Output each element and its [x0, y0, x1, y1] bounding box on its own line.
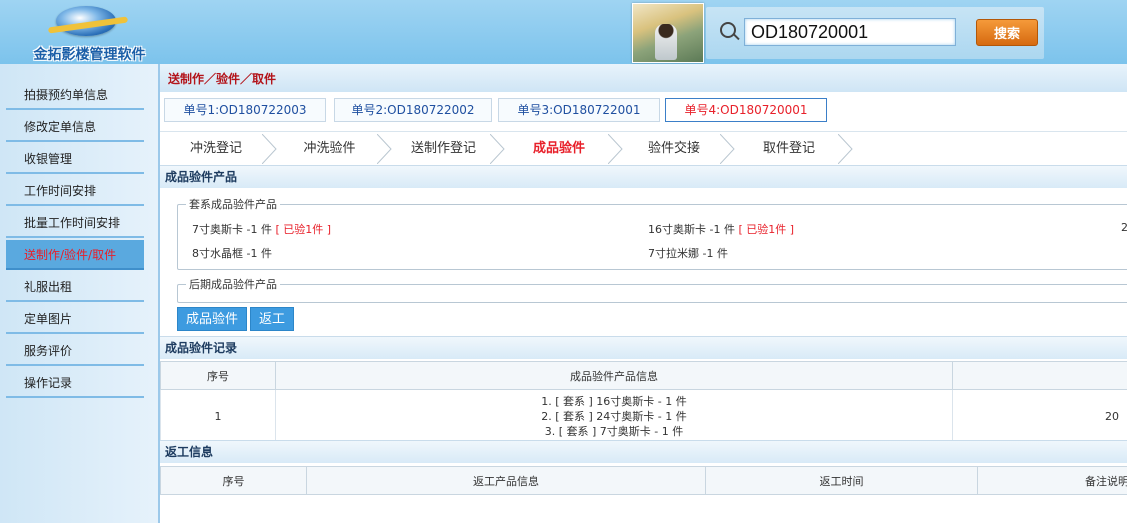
step-label: 冲洗登记	[189, 141, 242, 156]
rework-button[interactable]: 返工	[250, 307, 295, 331]
column-header	[952, 361, 1127, 390]
order-tab-3[interactable]: 单号3:OD180722001	[498, 98, 660, 122]
sidebar-item-dress-rental[interactable]: 礼服出租	[6, 272, 144, 302]
record-product-line: 1. [ 套系 ] 16寸奥斯卡 - 1 件	[541, 394, 687, 408]
record-cut: 20	[952, 389, 1127, 443]
sidebar-item-edit-order[interactable]: 修改定单信息	[6, 112, 144, 142]
order-tab-4[interactable]: 单号4:OD180720001	[665, 98, 827, 122]
page-title: 送制作／验件／取件	[160, 64, 1127, 92]
header: 金拓影楼管理软件 搜索	[0, 0, 1127, 64]
chevron-right-icon	[838, 134, 853, 164]
product-verified-status: [ 已验1件 ]	[738, 223, 795, 236]
record-products: 1. [ 套系 ] 16寸奥斯卡 - 1 件 2. [ 套系 ] 24寸奥斯卡 …	[275, 389, 953, 443]
product-item: 16寸奥斯卡 -1 件 [ 已验1件 ]	[648, 221, 794, 237]
product-verify-button[interactable]: 成品验件	[177, 307, 248, 331]
sidebar-item-production[interactable]: 送制作/验件/取件	[6, 240, 144, 270]
sidebar-item-appointment[interactable]: 拍摄预约单信息	[6, 80, 144, 110]
main-panel: 送制作／验件／取件 单号1:OD180722003 单号2:OD18072200…	[160, 64, 1127, 523]
sidebar-item-batch-schedule[interactable]: 批量工作时间安排	[6, 208, 144, 238]
logo-text: 金拓影楼管理软件	[33, 47, 146, 63]
search-button[interactable]: 搜索	[976, 19, 1038, 46]
order-tab-1[interactable]: 单号1:OD180722003	[164, 98, 326, 122]
sidebar-item-order-images[interactable]: 定单图片	[6, 304, 144, 334]
sidebar-item-operation-log[interactable]: 操作记录	[6, 368, 144, 398]
search-bar: 搜索	[706, 7, 1044, 59]
product-item: 7寸拉米娜 -1 件	[648, 245, 728, 261]
column-header: 备注说明	[977, 466, 1127, 495]
product-name: 8寸水晶框 -1 件	[192, 247, 272, 260]
search-icon	[720, 22, 736, 38]
product-item: 8寸水晶框 -1 件	[192, 245, 272, 261]
avatar	[632, 3, 704, 63]
search-input[interactable]	[744, 18, 956, 46]
product-item-cut: 2	[1121, 221, 1127, 234]
step-label: 成品验件	[532, 141, 585, 156]
sidebar-item-service-rating[interactable]: 服务评价	[6, 336, 144, 366]
table-row: 1 1. [ 套系 ] 16寸奥斯卡 - 1 件 2. [ 套系 ] 24寸奥斯…	[160, 389, 1127, 443]
product-name: 16寸奥斯卡 -1 件	[648, 223, 735, 236]
step-pickup-register[interactable]: 取件登记	[730, 134, 853, 164]
column-header: 返工时间	[705, 466, 978, 495]
step-wash-register[interactable]: 冲洗登记	[160, 134, 277, 164]
column-header: 返工产品信息	[306, 466, 706, 495]
step-label: 验件交接	[647, 141, 700, 156]
column-header: 序号	[160, 361, 276, 390]
product-name: 7寸拉米娜 -1 件	[648, 247, 728, 260]
logo: 金拓影楼管理软件	[22, 4, 157, 63]
sidebar: 拍摄预约单信息 修改定单信息 收银管理 工作时间安排 批量工作时间安排 送制作/…	[0, 64, 160, 523]
step-label: 冲洗验件	[303, 141, 356, 156]
avatar-figure-icon	[655, 24, 677, 60]
products-section-title: 成品验件产品	[160, 165, 1127, 188]
column-header: 序号	[160, 466, 307, 495]
step-send-production[interactable]: 送制作登记	[387, 134, 505, 164]
records-table: 序号 成品验件产品信息 1 1. [ 套系 ] 16寸奥斯卡 - 1 件 2. …	[160, 361, 1127, 443]
step-label: 取件登记	[762, 141, 815, 156]
product-verified-status: [ 已验1件 ]	[275, 223, 332, 236]
workflow-steps: 冲洗登记 冲洗验件 送制作登记 成品验件 验件交接 取件登记	[160, 131, 1127, 167]
sidebar-item-cashier[interactable]: 收银管理	[6, 144, 144, 174]
later-products-group: 后期成品验件产品	[177, 276, 1127, 303]
set-products-legend: 套系成品验件产品	[189, 198, 277, 211]
product-item: 7寸奥斯卡 -1 件 [ 已验1件 ]	[192, 221, 331, 237]
record-no: 1	[160, 389, 276, 443]
column-header: 成品验件产品信息	[275, 361, 953, 390]
rework-table: 序号 返工产品信息 返工时间 备注说明	[160, 466, 1127, 495]
step-verify-handover[interactable]: 验件交接	[618, 134, 735, 164]
step-product-verify[interactable]: 成品验件	[500, 134, 623, 164]
records-section-title: 成品验件记录	[160, 336, 1127, 359]
record-product-line: 2. [ 套系 ] 24寸奥斯卡 - 1 件	[541, 409, 687, 423]
logo-mark-icon	[56, 6, 116, 36]
product-name: 7寸奥斯卡 -1 件	[192, 223, 272, 236]
record-product-line: 3. [ 套系 ] 7寸奥斯卡 - 1 件	[544, 424, 684, 438]
step-label: 送制作登记	[410, 141, 476, 156]
rework-section-title: 返工信息	[160, 440, 1127, 463]
order-tab-2[interactable]: 单号2:OD180722002	[334, 98, 492, 122]
step-wash-verify[interactable]: 冲洗验件	[272, 134, 392, 164]
later-products-legend: 后期成品验件产品	[189, 278, 277, 291]
sidebar-item-schedule[interactable]: 工作时间安排	[6, 176, 144, 206]
